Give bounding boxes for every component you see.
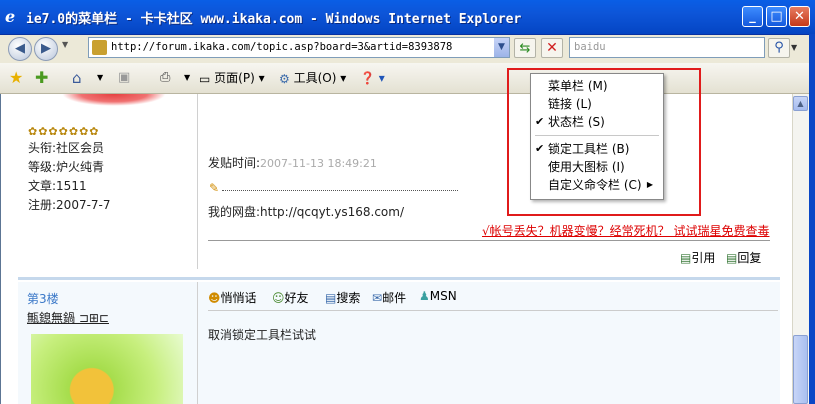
refresh-button[interactable]: ⇆ [514,38,536,58]
search-placeholder: baidu [574,41,606,53]
quote-icon: ▤ [680,251,692,265]
home-dropdown-icon[interactable]: ▼ [97,68,103,88]
avatar [62,94,166,106]
friend-button[interactable]: ☺好友 [272,289,309,306]
window-border [809,34,815,404]
feeds-icon[interactable]: ▣ [118,68,130,88]
whisper-icon: ☻ [208,291,221,305]
scroll-up-icon[interactable]: ▲ [793,96,808,111]
help-icon: ❓ [360,71,375,85]
post2-text: 取消锁定工具栏试试 [208,328,317,342]
address-bar[interactable]: http://forum.ikaka.com/topic.asp?board=3… [88,37,510,58]
search-button[interactable]: ⚲ [768,38,790,58]
post-footer-divider [208,240,770,241]
ad-link[interactable]: √帐号丢失？机器变慢？经常死机？ 试试瑞星免费查毒 [482,222,769,239]
stop-button[interactable]: ✕ [541,38,563,58]
msn-icon: ♟ [419,289,430,303]
post2-avatar [31,334,183,404]
user-register-date: 注册:2007-7-7 [28,198,111,212]
quote-button[interactable]: ▤引用 [680,249,715,266]
mail-button[interactable]: ✉邮件 [372,289,406,306]
highlight-annotation [507,68,701,216]
post2-toolbar-divider [208,310,778,311]
search-user-button[interactable]: ▤搜索 [325,289,360,306]
gear-icon: ⚙ [279,71,290,86]
quote-label: 引用 [691,251,716,265]
msn-label: MSN [429,289,457,303]
minimize-button[interactable]: _ [742,6,763,27]
search-options-icon[interactable]: ▼ [791,38,803,58]
back-button[interactable]: ◀ [8,37,32,61]
post2-column-divider [197,282,198,404]
user-title: 头衔:社区会员 [28,141,105,155]
friend-label: 好友 [284,291,309,305]
reply-label: 回复 [737,251,762,265]
post-time-value: 2007-11-13 18:49:21 [260,157,377,170]
history-dropdown-icon[interactable]: ▼ [62,40,68,49]
tools-menu[interactable]: ⚙ 工具(O) ▾ [279,68,346,88]
print-icon[interactable]: ⎙ [160,68,170,88]
user-level: 等级:炉火纯青 [28,160,105,174]
whisper-label: 悄悄话 [220,291,257,305]
scrollbar-thumb[interactable] [793,335,808,404]
post-time: 发贴时间:2007-11-13 18:49:21 [208,154,377,171]
help-menu[interactable]: ❓ ▾ [360,68,385,88]
close-button[interactable]: ✕ [789,6,810,27]
page-menu[interactable]: ▭ 页面(P) ▾ [199,68,265,88]
window-title: ie7.0的菜单栏 - 卡卡社区 www.ikaka.com - Windows… [26,12,522,27]
post-time-label: 发贴时间: [208,156,261,170]
friend-icon: ☺ [272,291,285,305]
favorites-star-icon[interactable]: ★ [9,68,23,88]
mail-label: 邮件 [382,291,407,305]
user-articles: 文章:1511 [28,179,87,193]
reply-icon: ▤ [726,251,738,265]
print-dropdown-icon[interactable]: ▼ [184,68,190,88]
search-doc-icon: ▤ [325,291,337,305]
post-divider [18,277,780,280]
floor-number: 第3楼 [27,292,59,306]
signature-text: 我的网盘:http://qcqyt.ys168.com/ [208,205,405,219]
forward-button[interactable]: ▶ [34,37,58,61]
address-url[interactable]: http://forum.ikaka.com/topic.asp?board=3… [111,41,452,53]
reply-button[interactable]: ▤回复 [726,249,761,266]
tools-menu-label: 工具(O) [293,71,337,85]
page-icon: ▭ [199,71,211,86]
signature-divider [222,190,458,191]
search-input[interactable]: baidu [569,37,765,58]
home-icon[interactable]: ⌂ [72,68,82,88]
whisper-button[interactable]: ☻悄悄话 [208,289,257,306]
site-favicon-icon [92,40,107,55]
mail-icon: ✉ [372,291,383,305]
add-favorites-icon[interactable]: ✚ [35,68,48,88]
ie-logo-icon: e [5,7,16,26]
rank-stars: ✿✿✿✿✿✿✿ [28,125,100,138]
maximize-button[interactable]: □ [766,6,787,27]
post2-username[interactable]: 甒鎴無鍋 ⊐⊞⊏ [27,309,109,326]
pencil-icon: ✎ [209,181,220,195]
search-user-label: 搜索 [336,291,361,305]
page-menu-label: 页面(P) [214,71,255,85]
msn-button[interactable]: ♟MSN [419,289,457,303]
address-dropdown-icon[interactable]: ▼ [494,38,509,57]
